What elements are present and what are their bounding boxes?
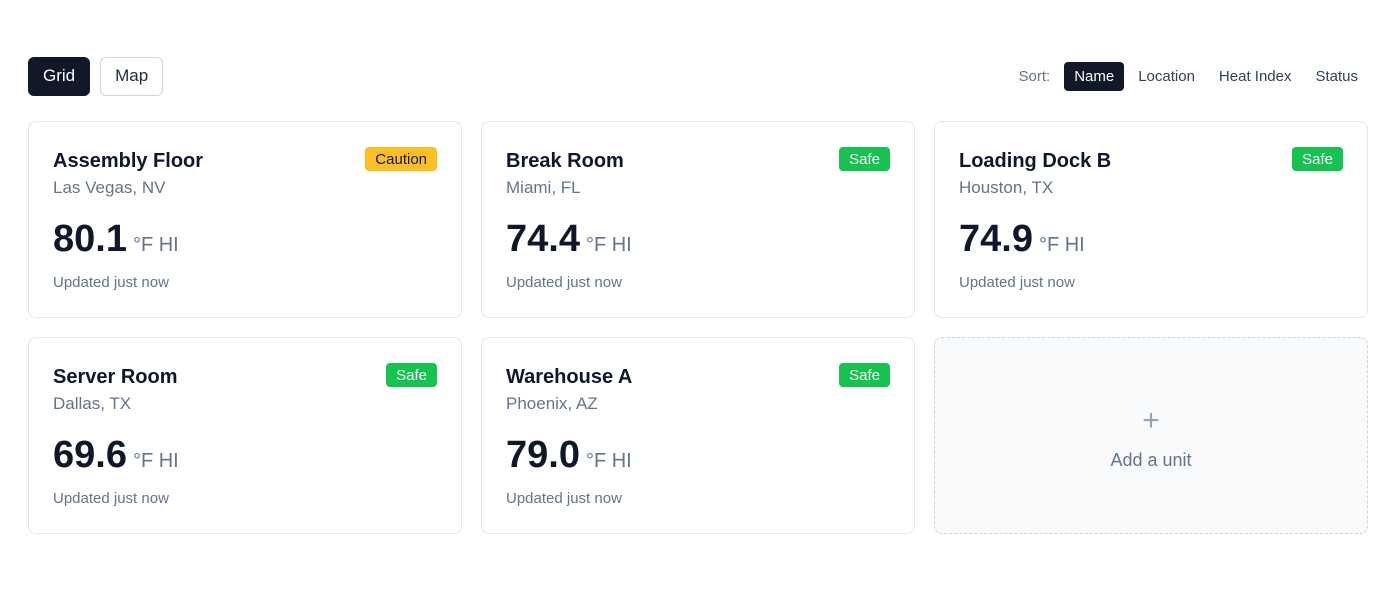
sort-by-name-button[interactable]: Name [1064, 61, 1125, 91]
sort-by-status-button[interactable]: Status [1305, 62, 1368, 91]
toolbar: Grid Map Sort: Name Location Heat Index … [28, 56, 1368, 96]
heat-index-unit: °F HI [1038, 234, 1085, 256]
sort-by-location-button[interactable]: Location [1128, 62, 1205, 91]
heat-index-reading: 79.0 °F HI [506, 434, 632, 477]
heat-index-reading: 69.6 °F HI [53, 434, 179, 477]
heat-index-value: 74.4 [506, 218, 580, 260]
add-unit-button[interactable]: + Add a unit [934, 337, 1368, 534]
heat-index-value: 74.9 [959, 218, 1033, 260]
status-badge: Safe [839, 363, 890, 387]
heat-index-value: 79.0 [506, 434, 580, 476]
unit-name: Warehouse A [506, 366, 633, 388]
unit-card-warehouse-a[interactable]: Warehouse A Safe Phoenix, AZ 79.0 °F HI … [481, 337, 915, 534]
status-badge: Safe [386, 363, 437, 387]
updated-timestamp: Updated just now [53, 490, 169, 507]
heat-index-value: 80.1 [53, 218, 127, 260]
updated-timestamp: Updated just now [506, 490, 622, 507]
grid-view-button[interactable]: Grid [28, 56, 91, 96]
unit-location: Phoenix, AZ [506, 394, 598, 413]
heat-index-reading: 80.1 °F HI [53, 218, 179, 261]
updated-timestamp: Updated just now [53, 274, 169, 291]
unit-location: Miami, FL [506, 178, 581, 197]
unit-name: Server Room [53, 366, 178, 388]
unit-location: Houston, TX [959, 178, 1054, 197]
heat-index-reading: 74.4 °F HI [506, 218, 632, 261]
unit-card-break-room[interactable]: Break Room Safe Miami, FL 74.4 °F HI Upd… [481, 121, 915, 318]
unit-location: Dallas, TX [53, 394, 132, 413]
status-badge: Caution [365, 147, 437, 171]
view-toggle: Grid Map [28, 56, 164, 96]
heat-index-unit: °F HI [132, 234, 179, 256]
unit-card-server-room[interactable]: Server Room Safe Dallas, TX 69.6 °F HI U… [28, 337, 462, 534]
heat-index-reading: 74.9 °F HI [959, 218, 1085, 261]
plus-icon: + [1142, 404, 1160, 437]
unit-grid: Assembly Floor Caution Las Vegas, NV 80.… [28, 121, 1368, 534]
unit-name: Loading Dock B [959, 150, 1112, 172]
map-view-button[interactable]: Map [100, 56, 164, 96]
heat-index-unit: °F HI [585, 450, 632, 472]
sort-label: Sort: [1018, 67, 1051, 85]
unit-location: Las Vegas, NV [53, 178, 166, 197]
heat-index-value: 69.6 [53, 434, 127, 476]
unit-card-loading-dock-b[interactable]: Loading Dock B Safe Houston, TX 74.9 °F … [934, 121, 1368, 318]
updated-timestamp: Updated just now [506, 274, 622, 291]
status-badge: Safe [1292, 147, 1343, 171]
updated-timestamp: Updated just now [959, 274, 1075, 291]
unit-name: Break Room [506, 150, 624, 172]
heat-index-unit: °F HI [132, 450, 179, 472]
sort-by-heat-index-button[interactable]: Heat Index [1209, 62, 1302, 91]
heat-index-unit: °F HI [585, 234, 632, 256]
add-unit-label: Add a unit [1110, 450, 1192, 470]
status-badge: Safe [839, 147, 890, 171]
unit-card-assembly-floor[interactable]: Assembly Floor Caution Las Vegas, NV 80.… [28, 121, 462, 318]
sort-group: Sort: Name Location Heat Index Status [1018, 61, 1369, 91]
unit-name: Assembly Floor [53, 150, 204, 172]
